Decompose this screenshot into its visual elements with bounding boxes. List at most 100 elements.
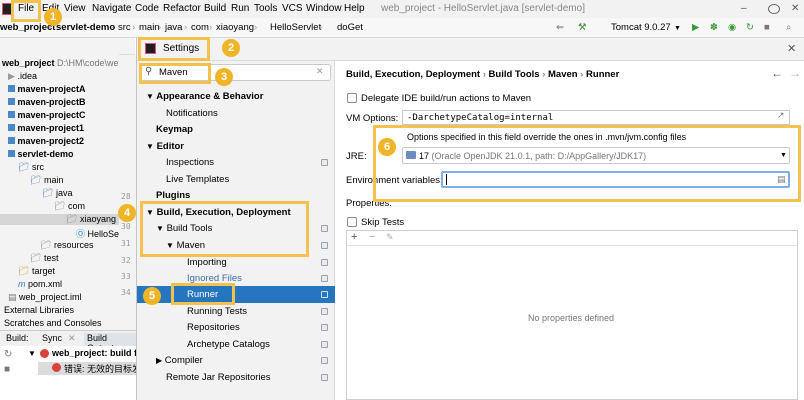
module-icon xyxy=(8,137,15,144)
delegate-label: Delegate IDE build/run actions to Maven xyxy=(361,93,532,104)
nav-editor[interactable]: ▼ Editor xyxy=(146,141,184,152)
folder-icon: 📁︎ xyxy=(30,175,42,185)
nav-plugins[interactable]: Plugins xyxy=(156,190,190,201)
tree-item[interactable]: servlet-demo xyxy=(8,149,74,159)
class-icon: Ⓞ xyxy=(76,229,86,239)
tree-item[interactable]: maven-projectA xyxy=(8,84,86,94)
nav-running-tests[interactable]: Running Tests xyxy=(187,306,247,317)
delegate-checkbox[interactable] xyxy=(347,93,357,103)
project-scope-icon xyxy=(321,374,328,381)
vm-options-value: -DarchetypeCatalog=internal xyxy=(407,113,554,123)
callout-box-settings xyxy=(138,37,210,61)
tree-item[interactable]: 📁︎ main xyxy=(30,175,63,186)
coverage-icon[interactable]: ◉ xyxy=(728,22,736,33)
rerun-icon[interactable]: ↻ xyxy=(4,349,12,360)
tree-item[interactable]: ▶︎ .idea xyxy=(8,71,37,82)
nav-keymap[interactable]: Keymap xyxy=(156,124,193,135)
minimize-button[interactable]: – xyxy=(741,3,747,14)
profile-icon[interactable]: ↻ xyxy=(746,22,754,33)
nav-repositories[interactable]: Repositories xyxy=(187,322,240,333)
crumb-xiaoyang[interactable]: xiaoyang xyxy=(216,22,254,33)
clear-search-icon[interactable]: ✕ xyxy=(316,66,324,77)
add-icon[interactable]: + xyxy=(351,231,357,243)
remove-icon[interactable]: − xyxy=(369,231,375,243)
crumb-main[interactable]: main xyxy=(139,22,160,33)
skip-tests-label: Skip Tests xyxy=(361,217,405,228)
settings-breadcrumb: Build, Execution, Deployment › Build Too… xyxy=(346,69,620,80)
skip-tests-checkbox[interactable] xyxy=(347,217,357,227)
nav-inspections[interactable]: Inspections xyxy=(166,157,214,168)
menu-build[interactable]: Build xyxy=(204,3,226,14)
module-icon xyxy=(8,150,15,157)
back-icon[interactable]: ← xyxy=(771,66,783,80)
forward-icon[interactable]: → xyxy=(789,66,801,80)
tree-item-selected[interactable]: 📁︎ xiaoyang xyxy=(0,214,119,225)
project-scope-icon xyxy=(321,225,328,232)
tree-item[interactable]: maven-project1 xyxy=(8,123,84,133)
restore-button[interactable] xyxy=(768,4,780,14)
menu-window[interactable]: Window xyxy=(306,3,342,14)
crumb-src[interactable]: src xyxy=(118,22,131,33)
nav-importing[interactable]: Importing xyxy=(187,257,227,268)
crumb-servlet-demo[interactable]: servlet-demo xyxy=(56,22,115,33)
nav-compiler[interactable]: ▶ Compiler xyxy=(156,355,203,366)
stop-icon[interactable]: ■ xyxy=(4,364,10,375)
crumb-com[interactable]: com xyxy=(191,22,209,33)
run-icon[interactable]: ▶ xyxy=(692,22,699,33)
menu-tools[interactable]: Tools xyxy=(254,3,277,14)
tree-item[interactable]: 📁︎ com xyxy=(54,201,85,212)
menu-vcs[interactable]: VCS xyxy=(282,3,303,14)
nav-appearance-behavior[interactable]: ▼ Appearance & Behavior xyxy=(146,91,263,102)
empty-properties-text: No properties defined xyxy=(528,313,615,323)
tree-item[interactable]: 📁︎ src xyxy=(18,162,44,173)
folder-icon: ▶︎ xyxy=(8,71,15,81)
stop-icon[interactable]: ■ xyxy=(764,22,770,33)
build-status[interactable]: web_project: build fai xyxy=(52,348,145,358)
tree-item[interactable]: 📁︎ java xyxy=(42,188,72,199)
nav-live-templates[interactable]: Live Templates xyxy=(166,174,229,185)
debug-icon[interactable]: ✽ xyxy=(710,22,718,33)
menu-navigate[interactable]: Navigate xyxy=(92,3,131,14)
nav-notifications[interactable]: Notifications xyxy=(166,108,218,119)
menu-run[interactable]: Run xyxy=(231,3,249,14)
tree-item[interactable]: Ⓞ HelloSe xyxy=(76,227,119,240)
tree-item[interactable]: 📁︎ test xyxy=(30,253,58,264)
expand-field-icon[interactable]: ↗ xyxy=(777,110,785,121)
tree-item[interactable]: External Libraries xyxy=(4,305,74,315)
nav-runner-selected-row[interactable] xyxy=(137,286,335,303)
chevron-down-icon: ▼ xyxy=(674,25,681,32)
close-icon[interactable]: ✕ xyxy=(68,333,76,344)
tree-item[interactable]: Scratches and Consoles xyxy=(4,318,102,328)
crumb-helloservlet[interactable]: HelloServlet xyxy=(270,22,321,33)
callout-box-search xyxy=(139,63,211,84)
tree-item[interactable]: m pom.xml xyxy=(18,279,62,289)
menu-refactor[interactable]: Refactor xyxy=(163,3,201,14)
tree-root[interactable]: web_project D:\HM\code\we xyxy=(2,58,119,68)
callout-badge: 3 xyxy=(215,68,233,86)
nav-remote-jar-repositories[interactable]: Remote Jar Repositories xyxy=(166,372,271,383)
tree-item[interactable]: maven-project2 xyxy=(8,136,84,146)
jre-label: JRE: xyxy=(346,151,367,162)
tree-item[interactable]: 📁︎ resources xyxy=(40,240,93,251)
menu-help[interactable]: Help xyxy=(344,3,365,14)
hammer-icon[interactable]: ⚒ xyxy=(578,22,587,33)
tree-item[interactable]: maven-projectB xyxy=(8,97,86,107)
nav-archetype-catalogs[interactable]: Archetype Catalogs xyxy=(187,339,270,350)
menu-view[interactable]: View xyxy=(64,3,86,14)
edit-icon[interactable]: ✎ xyxy=(386,232,394,243)
tree-item[interactable]: 📁︎ target xyxy=(18,266,55,277)
tree-item[interactable]: ▤ web_project.iml xyxy=(8,292,82,303)
close-window-button[interactable]: ✕ xyxy=(791,3,799,14)
back-arrow-icon[interactable]: ⇐ xyxy=(556,22,564,33)
search-everywhere-icon[interactable]: ⌕ xyxy=(786,22,791,33)
folder-icon: 📁︎ xyxy=(40,240,52,250)
callout-badge: 5 xyxy=(143,287,161,305)
menu-code[interactable]: Code xyxy=(135,3,159,14)
project-scope-icon xyxy=(321,357,328,364)
tab-sync[interactable]: Sync xyxy=(42,333,62,343)
crumb-doget[interactable]: doGet xyxy=(337,22,363,33)
tree-item[interactable]: maven-projectC xyxy=(8,110,86,120)
close-dialog-button[interactable]: ✕ xyxy=(787,42,796,55)
project-scope-icon xyxy=(321,159,328,166)
crumb-java[interactable]: java xyxy=(165,22,182,33)
